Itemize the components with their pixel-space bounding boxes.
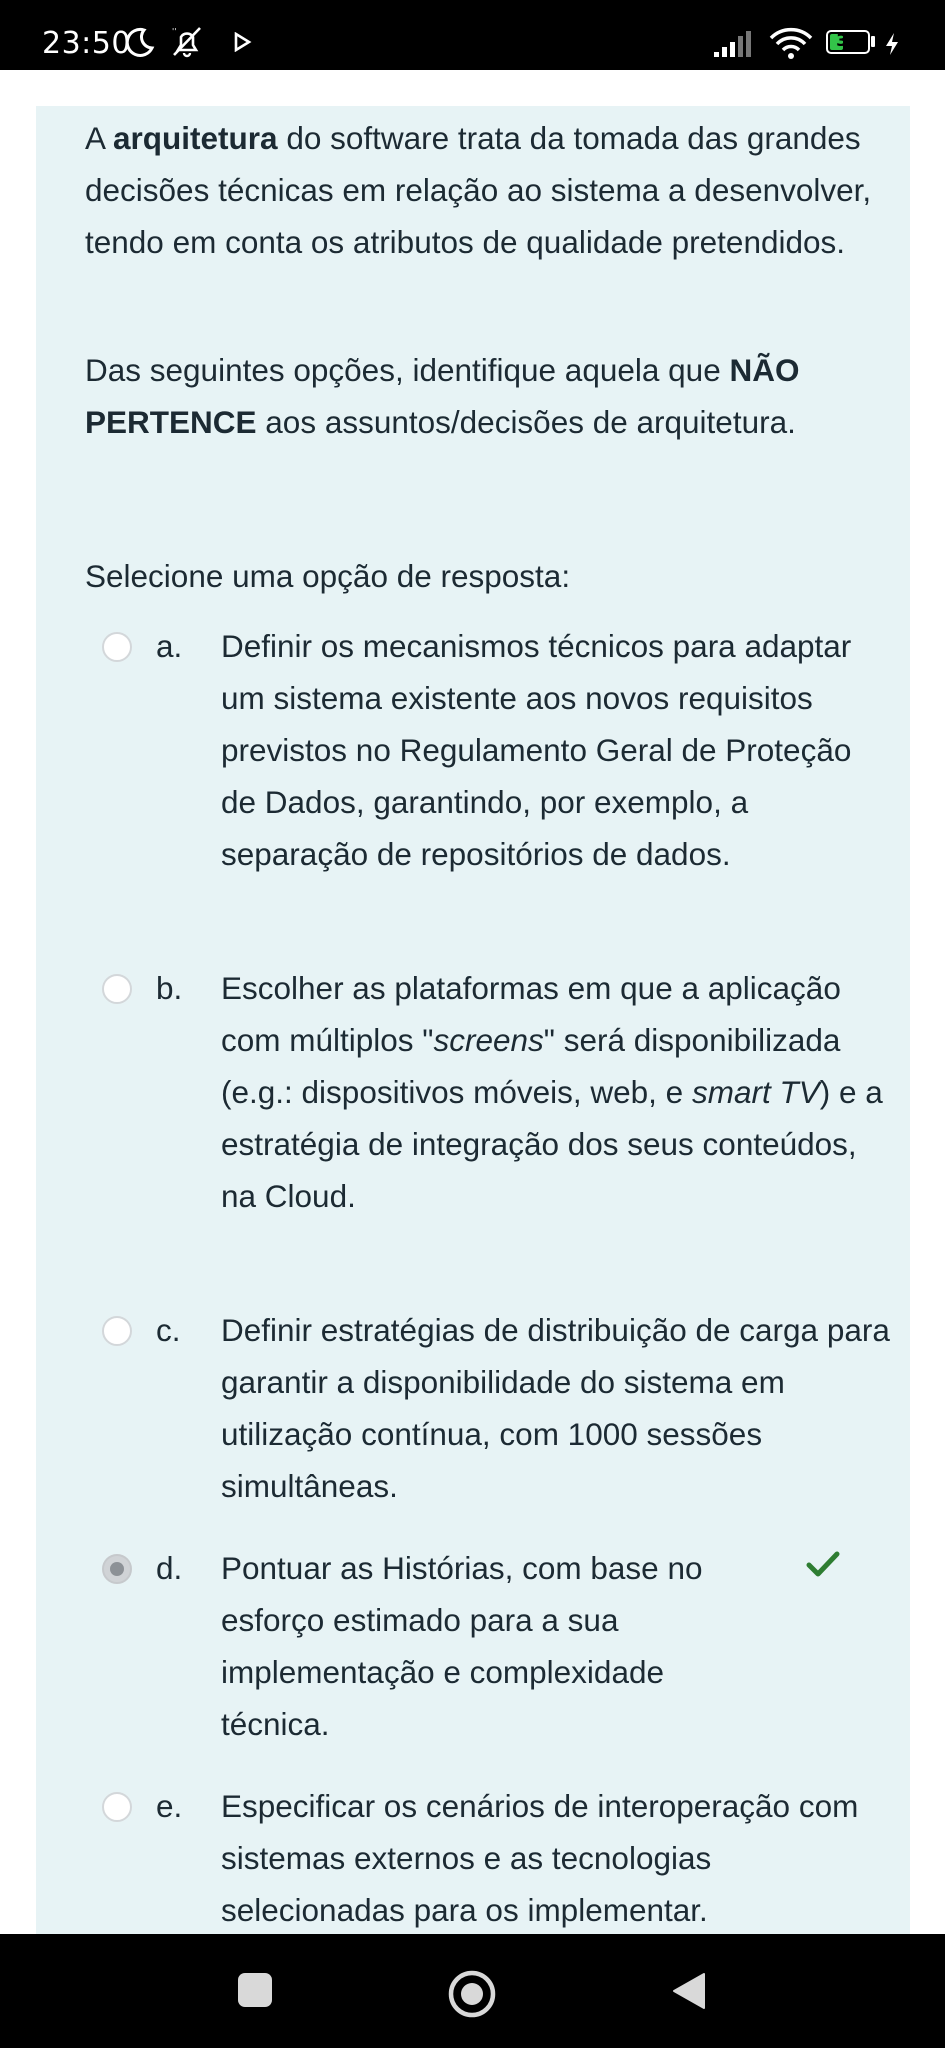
recents-button[interactable]	[237, 1972, 273, 2013]
battery-percent: 35	[836, 31, 860, 51]
question-card: A arquitetura do software trata da tomad…	[36, 106, 910, 1934]
charging-icon	[884, 32, 900, 61]
option-text[interactable]: Definir estratégias de distribuição de c…	[221, 1304, 891, 1512]
wifi-icon	[768, 26, 814, 65]
radio-option-a[interactable]	[102, 632, 132, 662]
correct-check-icon	[806, 1550, 840, 1583]
question-ask: Das seguintes opções, identifique aquela…	[85, 344, 885, 448]
question-intro: A arquitetura do software trata da tomad…	[85, 112, 885, 268]
svg-text:'': ''	[172, 27, 176, 36]
option-text[interactable]: Escolher as plataformas em que a aplicaç…	[221, 962, 891, 1222]
option-text-italic: smart TV	[691, 1074, 820, 1110]
option-letter: b.	[156, 970, 183, 1006]
option-letter: d.	[156, 1550, 183, 1586]
intro-text: A	[85, 120, 114, 156]
answer-prompt: Selecione uma opção de resposta:	[85, 558, 571, 594]
radio-option-e[interactable]	[102, 1792, 132, 1822]
signal-icon	[714, 30, 754, 63]
moon-icon	[124, 26, 156, 63]
radio-option-c[interactable]	[102, 1316, 132, 1346]
option-letter: a.	[156, 628, 183, 664]
radio-option-b[interactable]	[102, 974, 132, 1004]
status-time: 23:50	[42, 26, 131, 61]
option-text[interactable]: Definir os mecanismos técnicos para adap…	[221, 620, 891, 880]
radio-option-d[interactable]	[102, 1554, 132, 1584]
ask-text: Das seguintes opções, identifique aquela…	[85, 352, 730, 388]
option-letter: c.	[156, 1312, 181, 1348]
status-bar: 23:50 '' 35	[0, 0, 945, 70]
option-text[interactable]: Especificar os cenários de interoperação…	[221, 1780, 891, 1936]
navigation-bar	[0, 1934, 945, 2048]
header-strip	[0, 70, 945, 106]
option-text-italic: screens	[433, 1022, 544, 1058]
home-button[interactable]	[447, 1969, 497, 2024]
notifications-off-icon: ''	[170, 24, 208, 63]
back-button[interactable]	[671, 1972, 707, 2015]
intro-bold: arquitetura	[113, 120, 278, 156]
option-letter: e.	[156, 1788, 183, 1824]
battery-icon: 35	[826, 30, 870, 54]
play-icon	[234, 31, 252, 57]
battery-cap	[871, 36, 875, 47]
option-text[interactable]: Pontuar as Histórias, com base no esforç…	[221, 1542, 781, 1750]
ask-text-rest: aos assuntos/decisões de arquitetura.	[256, 404, 796, 440]
